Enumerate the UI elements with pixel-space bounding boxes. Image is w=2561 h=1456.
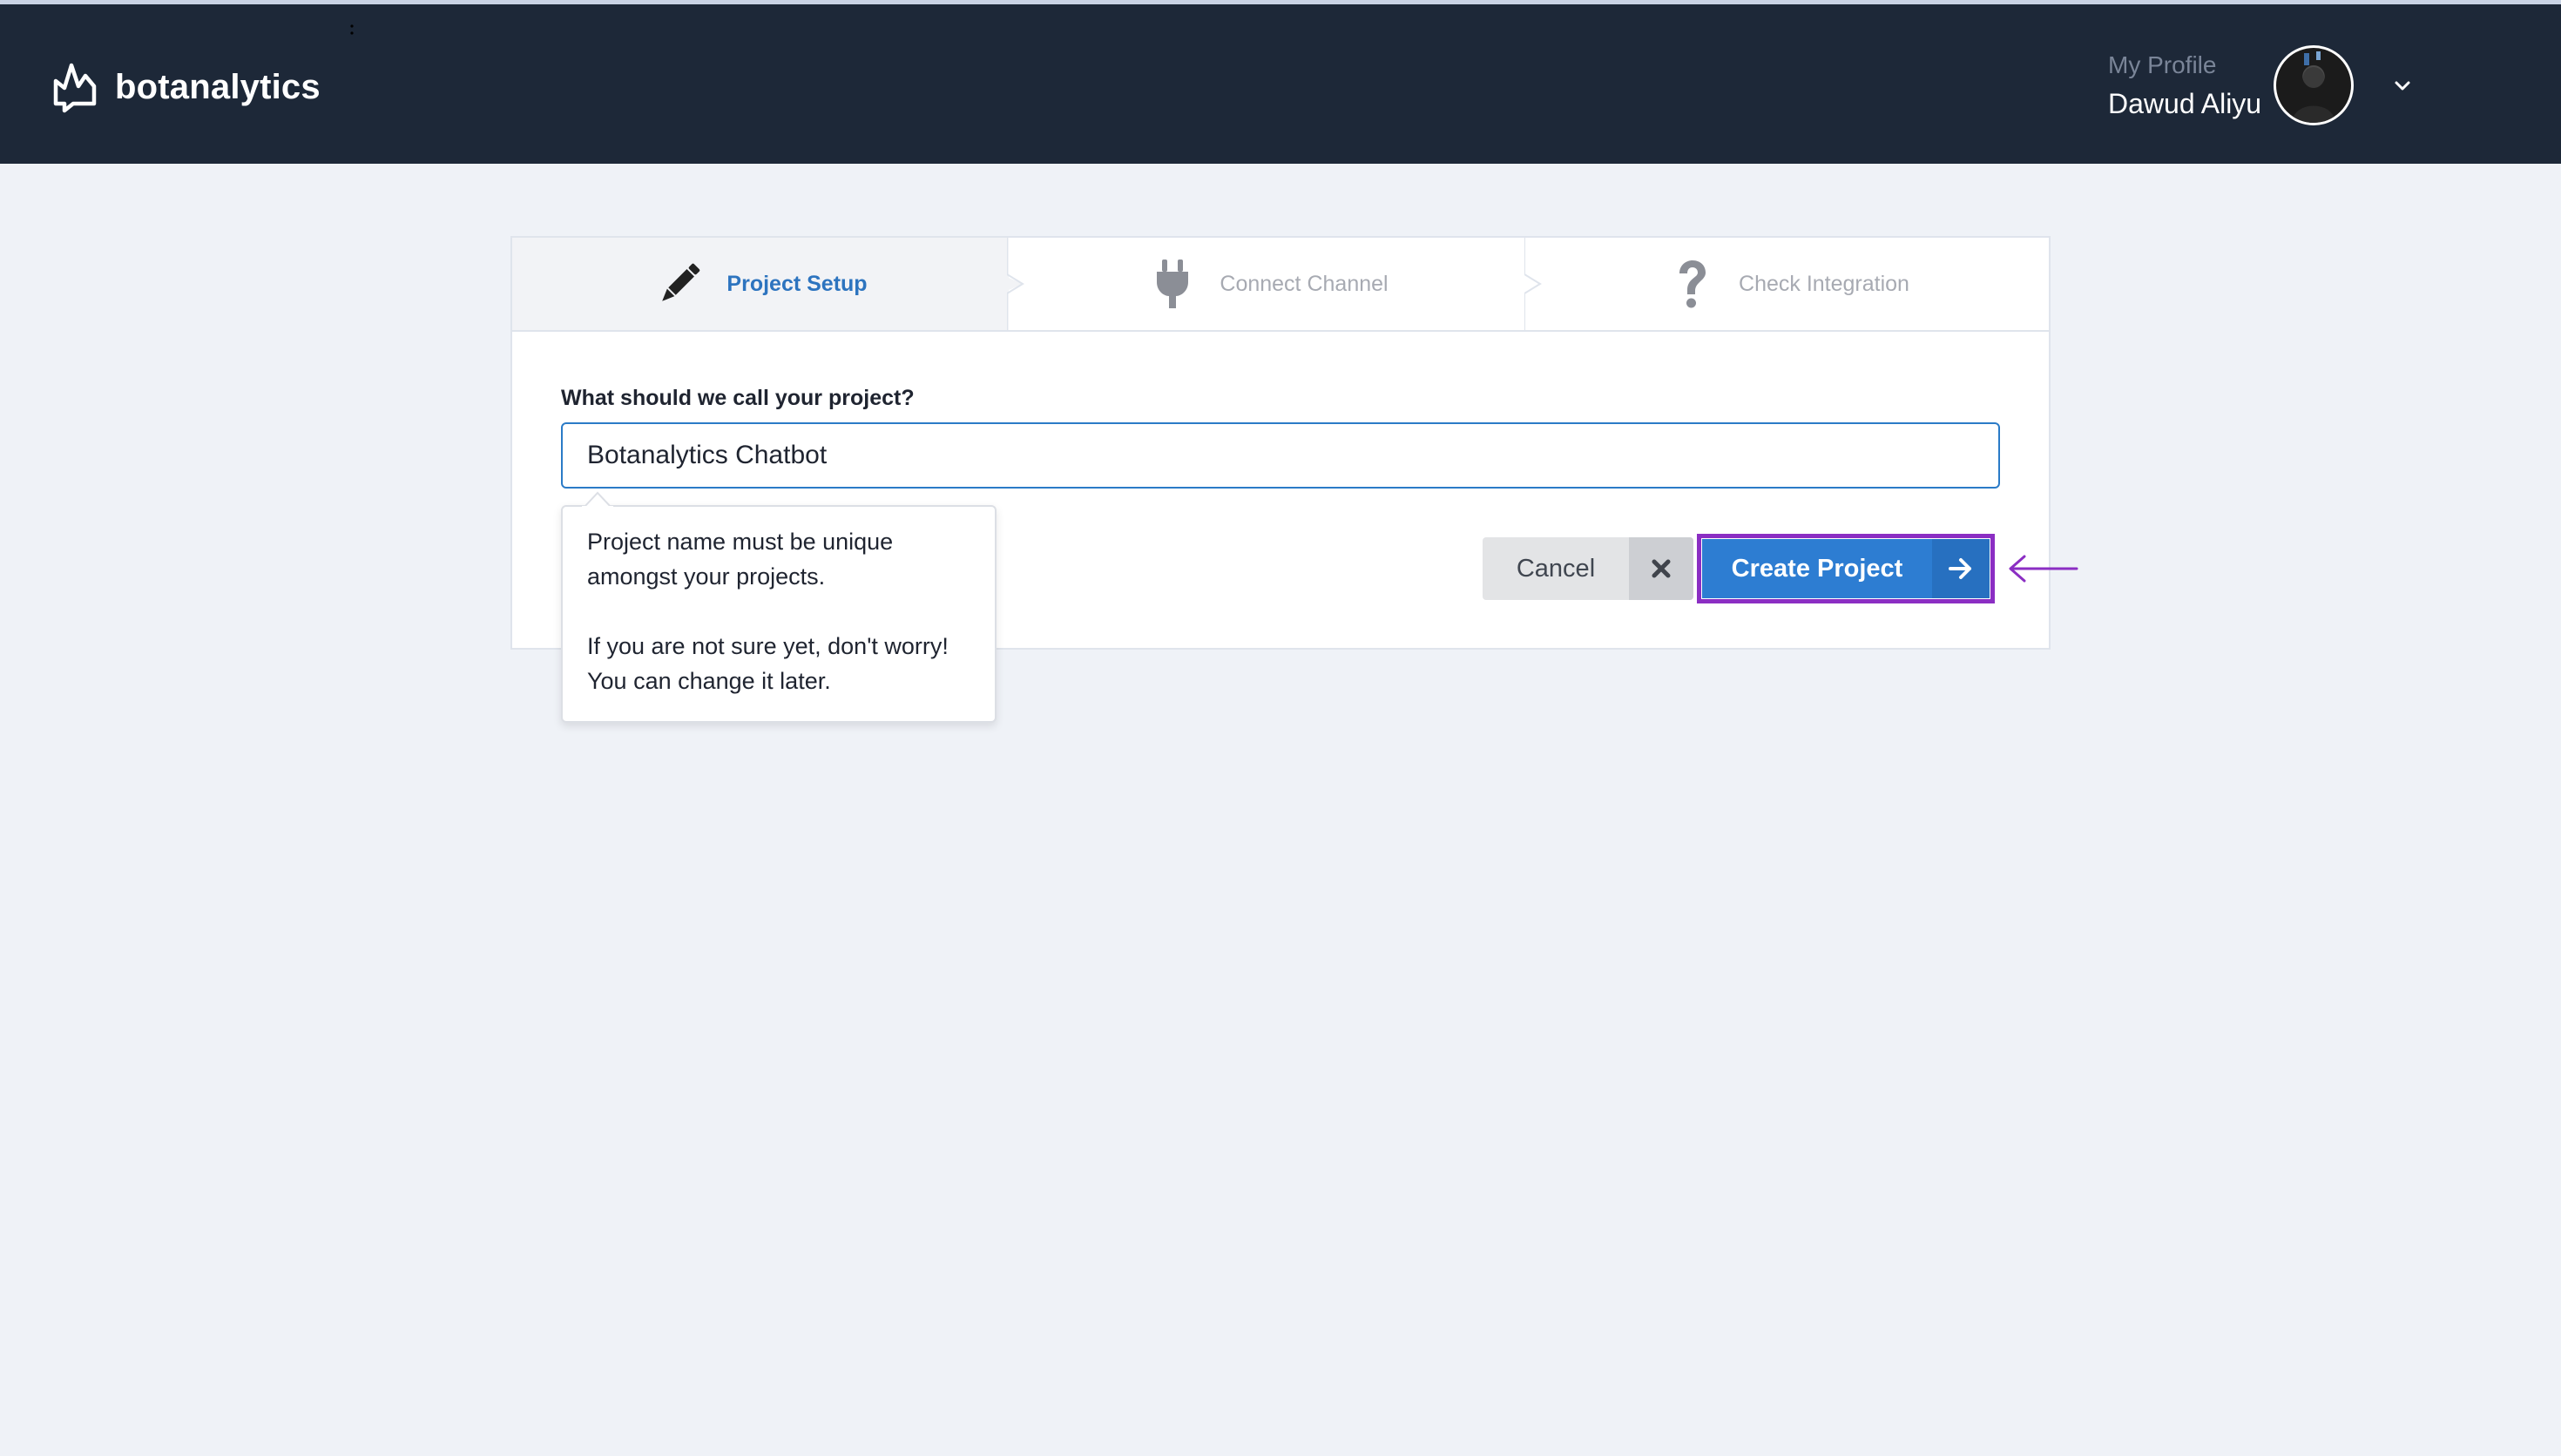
pencil-icon — [662, 263, 700, 301]
botanalytics-logo-icon — [53, 63, 97, 113]
tooltip-arrow — [582, 491, 613, 508]
create-project-button[interactable]: Create Project — [1702, 539, 1990, 598]
brand[interactable]: botanalytics — [51, 57, 321, 118]
tooltip-text-change-later: If you are not sure yet, don't worry! Yo… — [587, 633, 949, 694]
step-separator — [1007, 238, 1024, 330]
avatar[interactable] — [2274, 45, 2354, 125]
profile-menu[interactable]: My Profile Dawud Aliyu — [2108, 4, 2561, 168]
create-project-button-label: Create Project — [1731, 554, 1903, 583]
profile-user-name: Dawud Aliyu — [2108, 88, 2262, 119]
step-check-integration[interactable]: Check Integration — [1526, 238, 2049, 330]
question-icon — [1679, 260, 1706, 308]
step-label: Project Setup — [726, 271, 868, 296]
brand-name: botanalytics — [115, 67, 321, 106]
step-project-setup[interactable]: Project Setup — [512, 238, 1024, 330]
step-label: Check Integration — [1739, 271, 1909, 296]
step-separator — [1524, 238, 1542, 330]
stray-mark — [350, 24, 354, 36]
chevron-down-icon[interactable] — [2389, 72, 2416, 100]
step-label: Connect Channel — [1220, 271, 1389, 296]
top-navigation-bar: botanalytics My Profile Dawud Aliyu — [0, 0, 2561, 164]
cancel-button[interactable]: Cancel — [1483, 537, 1693, 600]
step-connect-channel[interactable]: Connect Channel — [1009, 238, 1542, 330]
close-icon — [1629, 537, 1693, 600]
cancel-button-label: Cancel — [1516, 554, 1596, 583]
project-name-label: What should we call your project? — [561, 386, 915, 410]
annotation-arrow-icon — [2009, 555, 2078, 583]
project-name-tooltip: Project name must be unique amongst your… — [561, 491, 997, 723]
arrow-right-icon — [1932, 539, 1990, 598]
wizard-steps: Project Setup Connect Channel Check Inte… — [512, 238, 2049, 332]
plug-icon — [1157, 260, 1189, 308]
project-name-input[interactable] — [561, 422, 2000, 489]
tooltip-text-unique: Project name must be unique amongst your… — [587, 529, 894, 590]
profile-caption: My Profile — [2108, 51, 2217, 78]
